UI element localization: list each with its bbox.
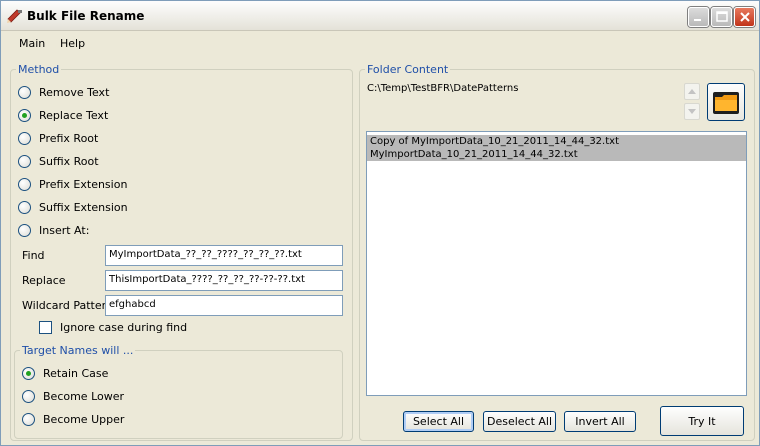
close-button[interactable] xyxy=(734,7,755,27)
scroll-up-button[interactable] xyxy=(684,83,700,100)
method-group-label: Method xyxy=(16,63,62,76)
menu-help[interactable]: Help xyxy=(60,37,85,50)
folder-file-list[interactable]: Copy of MyImportData_10_21_2011_14_44_32… xyxy=(366,131,747,396)
radio-label: Insert At: xyxy=(39,223,90,237)
radio-button[interactable] xyxy=(18,85,31,99)
invert-all-button[interactable]: Invert All xyxy=(564,411,636,432)
radio-retain-case[interactable]: Retain Case xyxy=(22,366,108,380)
radio-become-upper[interactable]: Become Upper xyxy=(22,412,124,426)
radio-label: Retain Case xyxy=(43,366,109,380)
title-bar[interactable]: Bulk File Rename xyxy=(1,1,759,31)
maximize-button[interactable] xyxy=(711,7,732,27)
path-scroll xyxy=(684,83,700,121)
ignore-case-checkbox[interactable] xyxy=(39,321,52,334)
radio-button[interactable] xyxy=(18,154,31,168)
app-icon xyxy=(7,9,23,23)
try-it-button[interactable]: Try It xyxy=(660,406,744,436)
radio-button[interactable] xyxy=(18,131,31,145)
window-title: Bulk File Rename xyxy=(27,9,145,23)
radio-label: Prefix Extension xyxy=(39,177,128,191)
replace-input[interactable]: ThisImportData_????_??_??_??-??-??.txt xyxy=(105,270,343,291)
folder-path: C:\Temp\TestBFR\DatePatterns xyxy=(367,83,519,94)
deselect-all-button[interactable]: Deselect All xyxy=(483,411,556,432)
wildcard-pattern-label: Wildcard Pattern xyxy=(22,299,113,312)
list-item[interactable]: Copy of MyImportData_10_21_2011_14_44_32… xyxy=(367,135,746,148)
target-group-label: Target Names will ... xyxy=(20,344,136,357)
radio-label: Replace Text xyxy=(39,108,109,122)
ignore-case-label: Ignore case during find xyxy=(60,321,188,334)
radio-replace-text[interactable]: Replace Text xyxy=(18,108,108,122)
menu-bar: Main Help xyxy=(1,32,759,54)
scroll-down-button[interactable] xyxy=(684,103,700,120)
folder-icon xyxy=(713,92,739,114)
replace-label: Replace xyxy=(22,274,66,287)
radio-remove-text[interactable]: Remove Text xyxy=(18,85,109,99)
radio-label: Prefix Root xyxy=(39,131,99,145)
radio-button[interactable] xyxy=(22,412,35,426)
wildcard-pattern-input[interactable]: efghabcd xyxy=(105,295,343,316)
radio-label: Suffix Root xyxy=(39,154,99,168)
folder-group-label: Folder Content xyxy=(365,63,451,76)
browse-folder-button[interactable] xyxy=(707,83,745,121)
radio-prefix-root[interactable]: Prefix Root xyxy=(18,131,98,145)
radio-button[interactable] xyxy=(18,223,31,237)
minimize-button[interactable] xyxy=(688,7,709,27)
menu-main[interactable]: Main xyxy=(19,37,45,50)
find-input[interactable]: MyImportData_??_??_????_??_??_??.txt xyxy=(105,245,343,266)
radio-button[interactable] xyxy=(22,389,35,403)
radio-prefix-extension[interactable]: Prefix Extension xyxy=(18,177,127,191)
find-label: Find xyxy=(22,249,45,262)
radio-become-lower[interactable]: Become Lower xyxy=(22,389,124,403)
radio-button[interactable] xyxy=(22,366,35,380)
list-item[interactable]: MyImportData_10_21_2011_14_44_32.txt xyxy=(367,148,746,161)
radio-insert-at[interactable]: Insert At: xyxy=(18,223,89,237)
radio-label: Remove Text xyxy=(39,85,110,99)
radio-button[interactable] xyxy=(18,200,31,214)
radio-label: Suffix Extension xyxy=(39,200,128,214)
select-all-button[interactable]: Select All xyxy=(403,411,474,432)
radio-button[interactable] xyxy=(18,177,31,191)
ignore-case-checkbox-row[interactable]: Ignore case during find xyxy=(39,321,187,334)
radio-label: Become Lower xyxy=(43,389,125,403)
radio-suffix-root[interactable]: Suffix Root xyxy=(18,154,99,168)
radio-label: Become Upper xyxy=(43,412,125,426)
radio-suffix-extension[interactable]: Suffix Extension xyxy=(18,200,128,214)
app-window: Bulk File Rename Main Help Method Remove… xyxy=(0,0,760,446)
radio-button[interactable] xyxy=(18,108,31,122)
